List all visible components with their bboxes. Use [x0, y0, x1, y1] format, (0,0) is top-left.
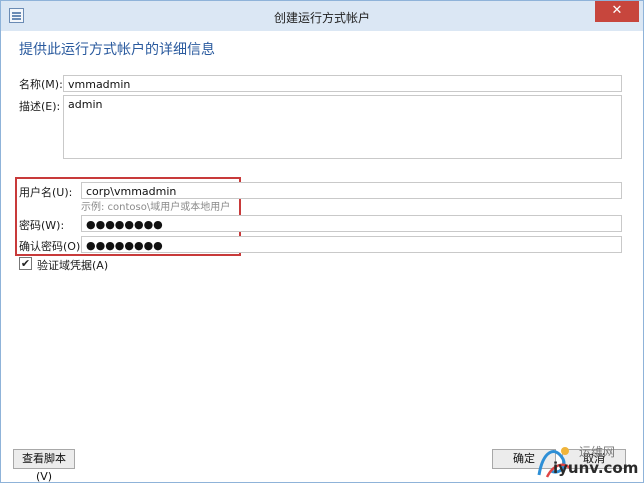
username-label: 用户名(U):	[19, 186, 73, 199]
confirm-password-input[interactable]: ●●●●●●●●	[81, 236, 622, 253]
name-label: 名称(M):	[19, 78, 63, 91]
password-input[interactable]: ●●●●●●●●	[81, 215, 622, 232]
watermark-top-text: 运维网	[579, 445, 616, 459]
username-input[interactable]: corp\vmmadmin	[81, 182, 622, 199]
page-heading: 提供此运行方式帐户的详细信息	[19, 42, 215, 58]
watermark-bottom-text: iyunv.com	[553, 459, 639, 477]
view-script-button[interactable]: 查看脚本(V)	[13, 449, 75, 483]
username-hint: 示例: contoso\域用户或本地用户	[81, 202, 231, 213]
password-label: 密码(W):	[19, 219, 65, 232]
confirm-password-label: 确认密码(O):	[19, 240, 84, 253]
window-title: 创建运行方式帐户	[273, 11, 370, 25]
close-button[interactable]: ✕	[595, 1, 639, 22]
validate-domain-checkbox[interactable]: ✔	[19, 257, 32, 270]
description-label: 描述(E):	[19, 100, 61, 113]
name-input[interactable]: vmmadmin	[63, 75, 622, 92]
site-watermark: 运维网 iyunv.com	[533, 441, 641, 481]
validate-domain-label: 验证域凭据(A)	[37, 259, 109, 272]
description-input[interactable]: admin	[63, 95, 622, 159]
title-bar: 创建运行方式帐户 ✕	[1, 1, 643, 31]
dialog-window: 创建运行方式帐户 ✕ 提供此运行方式帐户的详细信息 名称(M): vmmadmi…	[0, 0, 644, 483]
